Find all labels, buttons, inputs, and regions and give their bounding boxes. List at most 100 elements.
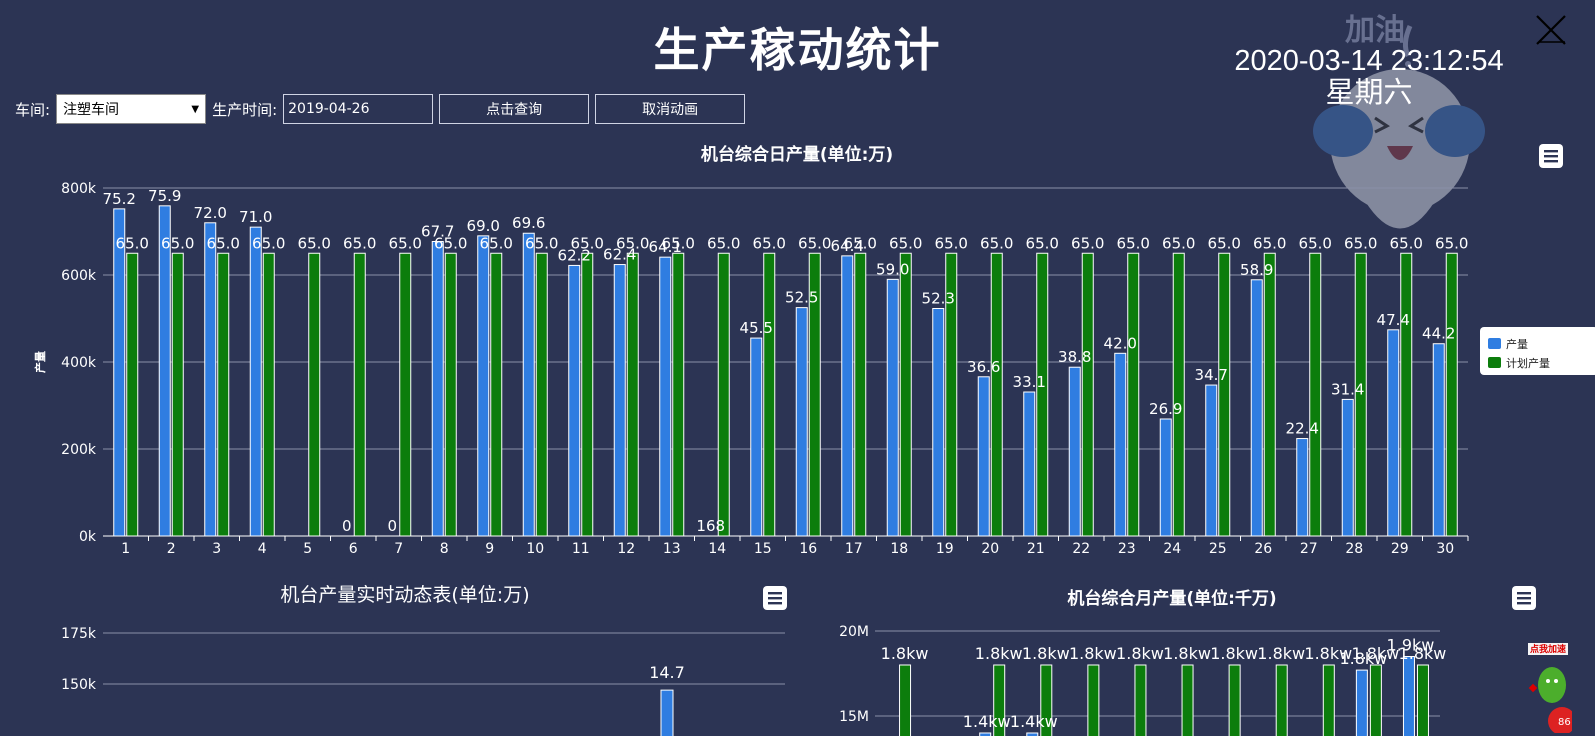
output-data-label: 33.1 [1013, 373, 1046, 391]
plan-bar [1081, 252, 1094, 537]
plan-bar [899, 252, 912, 537]
x-tick-label: 14 [708, 541, 726, 557]
chevron-down-icon: ▼ [191, 103, 200, 115]
monthly-plan-label: 1.8kw [1210, 644, 1258, 663]
plan-data-label: 65.0 [1435, 234, 1468, 252]
query-button[interactable]: 点击查询 [439, 94, 590, 124]
monthly-plan-label: 1.8kw [975, 644, 1023, 663]
output-data-label: 42.0 [1104, 334, 1137, 352]
monthly-plan-bar [1416, 664, 1429, 736]
plan-bar [1400, 252, 1413, 537]
output-bar [613, 264, 626, 537]
realtime-bar [660, 689, 674, 736]
plan-data-label: 65.0 [1299, 234, 1332, 252]
plan-data-label: 65.0 [980, 234, 1013, 252]
plan-data-label: 65.0 [480, 234, 513, 252]
x-tick-label: 21 [1027, 541, 1045, 557]
output-data-label: 69.0 [467, 217, 500, 235]
plan-bar [308, 252, 321, 537]
output-bar [1387, 329, 1400, 537]
monthly-output-label: 1.4kw [963, 712, 1011, 731]
output-bar [1068, 366, 1081, 537]
output-bar [932, 307, 945, 537]
y-tick-label: 400k [61, 355, 97, 371]
output-data-label: 59.0 [876, 260, 909, 278]
clock-datetime: 2020-03-14 23:12:54 [1234, 45, 1504, 77]
monthly-plan-bar [1228, 664, 1241, 736]
x-tick-label: 12 [617, 541, 635, 557]
plan-data-label: 65.0 [207, 234, 240, 252]
plan-bar [1263, 252, 1276, 537]
output-data-label: 45.5 [740, 319, 773, 337]
workshop-select-value: 注塑车间 [63, 102, 120, 118]
output-bar [795, 307, 808, 537]
plan-bar [1172, 252, 1185, 537]
output-bar [568, 264, 581, 537]
date-input[interactable]: 2019-04-26 [283, 94, 434, 124]
plan-data-label: 65.0 [1253, 234, 1286, 252]
output-bar [1250, 279, 1263, 537]
plan-data-label: 65.0 [116, 234, 149, 252]
x-tick-label: 5 [303, 541, 312, 557]
plan-bar [171, 252, 184, 537]
x-tick-label: 29 [1391, 541, 1409, 557]
x-tick-label: 28 [1345, 541, 1363, 557]
x-tick-label: 20 [981, 541, 999, 557]
speed-up-badge-text: 点我加速 [1530, 643, 1566, 655]
plan-data-label: 65.0 [889, 234, 922, 252]
output-bar [431, 241, 444, 537]
clock-weekday: 星期六 [1325, 75, 1413, 109]
y-tick-label: 175k [61, 626, 97, 642]
plan-bar [1218, 252, 1231, 537]
monthly-plan-label: 1.8kw [1257, 644, 1305, 663]
close-icon[interactable] [1533, 12, 1569, 48]
plan-data-label: 65.0 [161, 234, 194, 252]
output-bar [886, 278, 899, 537]
monthly-plan-label: 1.8kw [1163, 644, 1211, 663]
plan-data-label: 65.0 [1026, 234, 1059, 252]
output-data-label: 26.9 [1149, 400, 1182, 418]
output-data-label: 38.8 [1058, 348, 1091, 366]
monthly-plan-label: 1.8kw [1069, 644, 1117, 663]
monthly-plan-label: 1.8kw [1116, 644, 1164, 663]
cancel-animation-button[interactable]: 取消动画 [595, 94, 746, 124]
x-tick-label: 9 [485, 541, 494, 557]
output-data-label: 58.9 [1240, 261, 1273, 279]
output-data-label: 69.6 [512, 214, 545, 232]
plan-bar [990, 252, 1003, 537]
monthly-output-bar [1402, 656, 1415, 736]
plan-data-label: 65.0 [571, 234, 604, 252]
output-data-label: 0 [342, 517, 352, 535]
output-bar [113, 208, 126, 537]
x-tick-label: 6 [349, 541, 358, 557]
plan-bar [581, 252, 594, 537]
y-axis-label: 产量 [33, 351, 47, 373]
monthly-output-label: 1.8kw [1339, 649, 1387, 668]
plan-data-label: 65.0 [935, 234, 968, 252]
plan-bar [763, 252, 776, 537]
plan-bar [399, 252, 412, 537]
plan-bar [490, 252, 503, 537]
plan-bar [1127, 252, 1140, 537]
legend-label: 计划产量 [1506, 356, 1550, 370]
realtime-data-label: 14.7 [649, 663, 685, 682]
plan-data-label: 65.0 [616, 234, 649, 252]
monthly-output-chart: 机台综合月产量(单位:千万)15M20M1.8kw 1.8kw1.4kw1.8kw… [839, 588, 1446, 736]
x-tick-label: 16 [799, 541, 817, 557]
output-data-label: 71.0 [239, 208, 272, 226]
output-bar [1341, 398, 1354, 537]
monthly-plan-bar [1369, 664, 1382, 736]
x-tick-label: 1 [121, 541, 130, 557]
monthly-plan-label: 1.8kw [1022, 644, 1070, 663]
output-data-label: 75.2 [103, 190, 136, 208]
speed-up-badge[interactable]: 点我加速 86 [1524, 633, 1572, 733]
output-bar [158, 205, 171, 537]
x-tick-label: 8 [440, 541, 449, 557]
plan-data-label: 65.0 [298, 234, 331, 252]
legend-swatch [1488, 338, 1501, 349]
workshop-select[interactable]: 注塑车间 ▼ [56, 94, 207, 124]
plan-bar [626, 252, 639, 537]
plan-data-label: 65.0 [252, 234, 285, 252]
output-data-label: 31.4 [1331, 380, 1364, 398]
monthly-plan-bar [899, 664, 912, 736]
